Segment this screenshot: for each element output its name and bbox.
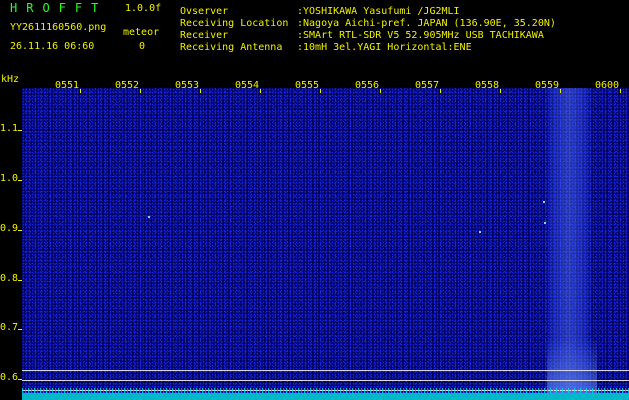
y-tick-label: 0.6 [0,372,19,383]
antenna-label: Receiving Antenna [180,42,283,53]
echo-dot [479,231,481,233]
meteor-count: 0 [139,41,146,52]
x-tick [560,89,561,93]
y-tick [18,379,22,380]
x-tick-label: 0554 [235,80,260,91]
x-tick [380,89,381,93]
y-tick-label: 0.8 [0,273,19,284]
app-version: 1.0.0f [125,3,162,14]
app-title: HROFFT [10,1,108,15]
receiver-label: Receiver [180,30,229,41]
x-tick [260,89,261,93]
echo-dot [543,201,545,203]
meteor-label: meteor [123,27,160,38]
x-tick [200,89,201,93]
x-tick-label: 0555 [295,80,320,91]
x-tick-label: 0559 [535,80,560,91]
x-tick [320,89,321,93]
file-datetime: 26.11.16 06:60 [10,41,95,52]
x-tick [440,89,441,93]
y-tick [18,280,22,281]
x-tick [500,89,501,93]
y-tick [18,329,22,330]
observer-label: Ovserver [180,6,229,17]
x-tick-label: 0557 [415,80,440,91]
y-tick-label: 0.9 [0,223,19,234]
y-tick [18,130,22,131]
x-tick [140,89,141,93]
location-value: :Nagoya Aichi-pref. JAPAN (136.90E, 35.2… [297,18,556,29]
location-label: Receiving Location [180,18,289,29]
observer-value: :YOSHIKAWA Yasufumi /JG2MLI [297,6,460,17]
receiver-value: :SMArt RTL-SDR V5 52.905MHz USB TACHIKAW… [297,30,544,41]
y-tick-label: 0.7 [0,322,19,333]
spectrogram-noise-overlay [22,88,629,398]
x-tick-label: 0556 [355,80,380,91]
x-tick [620,89,621,93]
x-tick-label: 0600 [595,80,620,91]
x-tick [80,89,81,93]
echo-dot [544,222,546,224]
spectrogram [22,88,629,398]
x-tick-label: 0558 [475,80,500,91]
marker-line-middle [22,380,629,381]
echo-dot [148,216,150,218]
y-tick [18,230,22,231]
spectrum-floor [22,393,629,400]
y-tick [18,180,22,181]
x-tick-label: 0553 [175,80,200,91]
y-tick-label: 1.0 [0,173,19,184]
x-tick-label: 0552 [115,80,140,91]
x-tick-label: 0551 [55,80,80,91]
antenna-value: :10mH 3el.YAGI Horizontal:ENE [297,42,472,53]
file-name: YY2611160560.png [10,22,107,33]
y-axis-unit: kHz [1,74,20,85]
y-tick-label: 1.1 [0,123,19,134]
marker-line-upper [22,370,629,371]
